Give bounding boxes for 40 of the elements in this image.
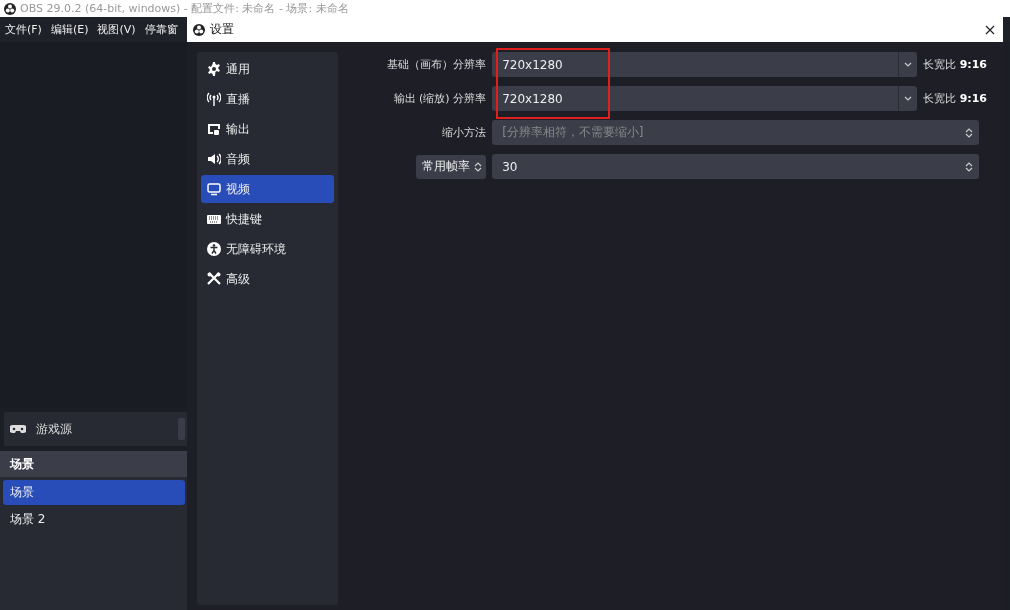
sidebar-item[interactable]: 音频 (201, 145, 335, 173)
gear-icon (207, 62, 221, 76)
spin-arrows-icon[interactable] (965, 160, 974, 173)
source-item[interactable]: 游戏源 (4, 420, 178, 438)
menu-item[interactable]: 停靠窗 (144, 22, 178, 37)
sidebar-item[interactable]: 直播 (201, 85, 335, 113)
screen-camera-icon (207, 122, 221, 136)
sidebar-item[interactable]: 通用 (201, 55, 335, 83)
menu-item[interactable]: 编辑(E) (50, 22, 89, 37)
field-label: 基础（画布）分辨率 (387, 57, 487, 72)
aspect-ratio-label: 长宽比 9:16 (923, 57, 987, 72)
gamepad-icon (10, 425, 26, 433)
fps-type-dropdown[interactable]: 常用帧率 (416, 154, 487, 179)
logo-icon (193, 23, 205, 36)
monitor-icon (207, 182, 221, 196)
window-title: OBS 29.0.2 (64-bit, windows) - 配置文件: 未命名 - 场景: 未命名 (20, 1, 349, 16)
menu-item[interactable]: 视图(V) (97, 22, 136, 37)
close-icon[interactable] (985, 24, 995, 35)
spin-arrows-icon[interactable] (474, 160, 483, 173)
window-title: 设置 (210, 21, 235, 38)
sidebar-item[interactable]: 视频 (201, 175, 335, 203)
field-label: 缩小方法 (442, 125, 487, 140)
accessibility-icon (207, 242, 221, 256)
dock-header: 场景 (0, 451, 187, 477)
sidebar-item[interactable]: 输出 (201, 115, 335, 143)
sidebar-item[interactable]: 高级 (201, 265, 335, 293)
menu-item[interactable]: 文件(F) (5, 22, 42, 37)
keyboard-icon (207, 212, 221, 226)
speaker-icon (207, 152, 221, 166)
resolution-dropdown[interactable]: 720x1280 (492, 86, 918, 111)
tools-icon (207, 272, 221, 286)
sidebar-item[interactable]: 无障碍环境 (201, 235, 335, 263)
scene-item[interactable]: 场景 2 (3, 507, 185, 532)
fps-dropdown[interactable]: 30 (492, 154, 980, 179)
antenna-icon (207, 92, 221, 106)
resolution-dropdown[interactable]: 720x1280 (492, 52, 918, 77)
sidebar-item[interactable]: 快捷键 (201, 205, 335, 233)
field-label: 输出 (缩放) 分辨率 (393, 91, 487, 106)
scene-item[interactable]: 场景 (3, 480, 185, 505)
aspect-ratio-label: 长宽比 9:16 (923, 91, 987, 106)
